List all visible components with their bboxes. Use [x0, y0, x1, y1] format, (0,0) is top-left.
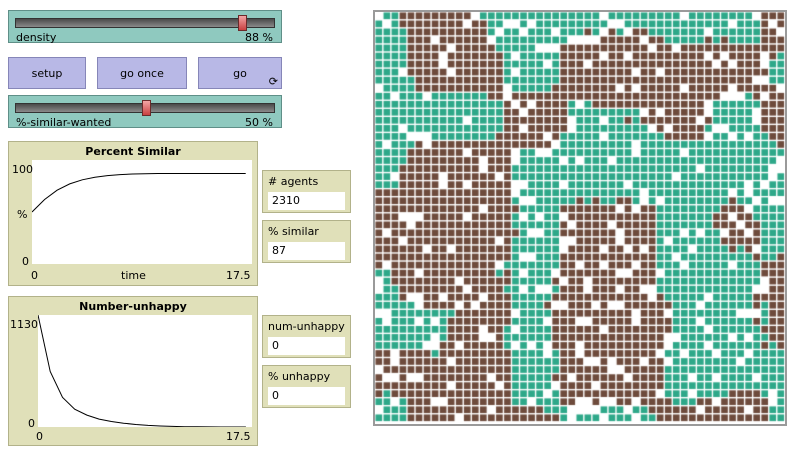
go-once-button[interactable]: go once	[97, 57, 187, 89]
density-slider-track[interactable]	[15, 18, 275, 28]
number-unhappy-chart	[38, 315, 246, 427]
x-max-label: 17.5	[226, 269, 251, 282]
monitor-value: 0	[268, 337, 345, 355]
monitor-label: % similar	[268, 225, 319, 238]
plot-title: Percent Similar	[85, 145, 181, 158]
number-unhappy-plot: Number-unhappy 1130 0 0 17.5	[8, 296, 258, 446]
y-max-label: 1130	[10, 318, 38, 331]
plot-area	[32, 160, 252, 264]
monitor-value: 0	[268, 387, 345, 405]
world-view[interactable]	[373, 10, 787, 426]
series-line	[38, 315, 246, 427]
density-value: 88 %	[245, 31, 273, 44]
agents-monitor: # agents 2310	[262, 170, 351, 213]
plot-area	[38, 315, 252, 427]
similar-wanted-label: %-similar-wanted	[16, 116, 112, 129]
go-button-label: go	[233, 67, 247, 80]
setup-button-label: setup	[31, 67, 63, 80]
x-max-label: 17.5	[226, 430, 251, 443]
x-axis-label: time	[121, 269, 146, 282]
agent-grid	[375, 12, 785, 424]
density-slider-thumb[interactable]	[237, 15, 247, 31]
monitor-label: num-unhappy	[268, 320, 345, 333]
similar-wanted-slider[interactable]: %-similar-wanted 50 %	[8, 95, 282, 129]
go-once-button-label: go once	[120, 67, 164, 80]
x-min-label: 0	[36, 430, 43, 443]
plot-title: Number-unhappy	[79, 300, 187, 313]
similar-wanted-slider-thumb[interactable]	[141, 100, 151, 116]
series-line	[32, 173, 246, 213]
monitor-value: 2310	[268, 192, 345, 210]
density-slider[interactable]: density 88 %	[8, 10, 282, 44]
similar-monitor: % similar 87	[262, 220, 351, 263]
y-min-label: 0	[22, 255, 29, 268]
x-min-label: 0	[31, 269, 38, 282]
pct-unhappy-monitor: % unhappy 0	[262, 365, 351, 408]
monitor-label: # agents	[268, 175, 319, 188]
y-min-label: 0	[28, 417, 35, 430]
go-button[interactable]: go ⟳	[198, 57, 282, 89]
monitor-value: 87	[268, 242, 345, 260]
monitor-label: % unhappy	[268, 370, 331, 383]
density-label: density	[16, 31, 57, 44]
percent-similar-plot: Percent Similar 100 % 0 0 time 17.5	[8, 141, 258, 286]
percent-similar-chart	[32, 173, 246, 213]
num-unhappy-monitor: num-unhappy 0	[262, 315, 351, 358]
similar-wanted-value: 50 %	[245, 116, 273, 129]
forever-icon: ⟳	[268, 75, 278, 88]
setup-button[interactable]: setup	[8, 57, 86, 89]
y-axis-label: %	[17, 208, 28, 221]
y-max-label: 100	[12, 163, 33, 176]
